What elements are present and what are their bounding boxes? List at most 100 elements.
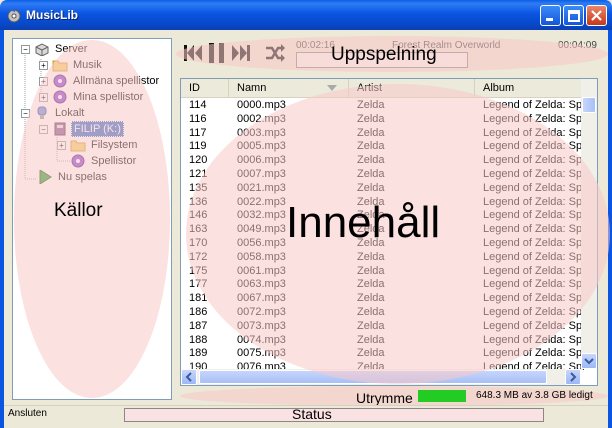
table-cell: Legend of Zelda: Spi [483, 223, 585, 236]
sort-descending-icon [327, 85, 337, 91]
table-row[interactable]: 172 0058.mp3 Zelda Legend of Zelda: Spi [181, 250, 585, 264]
table-cell: 187 [189, 319, 208, 332]
expander[interactable]: + [57, 140, 66, 150]
sidebar-item-label: Musik [73, 59, 102, 71]
table-cell: Zelda [357, 250, 385, 263]
table-cell: 0058.mp3 [237, 250, 286, 263]
content-overlay-label: Innehåll [286, 198, 441, 247]
table-row[interactable]: 189 0075.mp3 Zelda Legend of Zelda: Spi [181, 347, 585, 360]
window-frame-left [0, 30, 4, 428]
maximize-button[interactable] [563, 5, 584, 26]
server-icon [35, 43, 49, 56]
title-bar[interactable]: MusicLib [0, 0, 612, 30]
pause-icon[interactable] [206, 42, 228, 64]
table-row[interactable]: 114 0000.mp3 Zelda Legend of Zelda: Spi [181, 99, 585, 112]
table-cell: 136 [189, 195, 208, 208]
table-row[interactable]: 120 0006.mp3 Zelda Legend of Zelda: Spi [181, 154, 585, 167]
table-cell: Legend of Zelda: Spi [483, 140, 585, 153]
sidebar-item-lokalt[interactable]: − Lokalt [21, 105, 86, 121]
table-cell: 189 [189, 347, 208, 360]
table-cell: 172 [189, 250, 208, 263]
playlist-icon [71, 154, 85, 168]
column-label: ID [189, 82, 200, 94]
table-row[interactable]: 177 0063.mp3 Zelda Legend of Zelda: Spi [181, 278, 585, 291]
table-cell: 0073.mp3 [237, 319, 286, 332]
table-cell: 0063.mp3 [237, 278, 286, 291]
shuffle-icon[interactable] [264, 42, 286, 64]
sidebar-item-filip[interactable]: − FILIP (K:) [39, 121, 124, 137]
scroll-left-button[interactable] [181, 369, 197, 385]
close-button[interactable] [586, 5, 607, 26]
minimize-button[interactable] [540, 5, 561, 26]
column-label: Artist [357, 82, 383, 94]
table-cell: 0072.mp3 [237, 306, 286, 318]
device-icon [54, 122, 66, 136]
play-icon [39, 170, 52, 184]
expander[interactable]: − [21, 44, 30, 54]
chevron-down-icon [584, 358, 594, 365]
previous-icon[interactable] [182, 42, 204, 64]
next-icon[interactable] [230, 42, 252, 64]
table-cell: Legend of Zelda: Spi [483, 347, 585, 360]
expander[interactable]: + [39, 76, 48, 86]
table-cell: 0005.mp3 [237, 140, 286, 153]
table-cell: Legend of Zelda: Spi [483, 306, 585, 318]
table-row[interactable]: 135 0021.mp3 Zelda Legend of Zelda: Spi [181, 181, 585, 195]
storage-usage-bar [418, 390, 466, 402]
sidebar-item-label: FILIP (K:) [71, 121, 124, 137]
expander[interactable]: − [21, 108, 30, 118]
table-cell: 186 [189, 306, 208, 318]
sidebar-item-label: Server [55, 43, 88, 55]
sidebar-item-mina-spellistor[interactable]: + Mina spellistor [39, 89, 145, 105]
expander[interactable]: + [39, 60, 48, 70]
minimize-icon [546, 18, 553, 21]
sidebar-item-spellistor[interactable]: Spellistor [70, 153, 138, 169]
sidebar-item-allmana-spellistor[interactable]: + Allmäna spellistor [39, 73, 161, 89]
expander[interactable]: + [39, 92, 48, 102]
sidebar-item-server[interactable]: − Server [21, 41, 89, 57]
table-cell: Legend of Zelda: Spi [483, 237, 585, 249]
column-header-namn[interactable]: Namn [229, 79, 349, 97]
table-cell: 0002.mp3 [237, 112, 286, 125]
table-cell: Legend of Zelda: Spi [483, 112, 585, 125]
table-cell: Legend of Zelda: Spi [483, 154, 585, 167]
maximize-icon [568, 10, 580, 22]
table-header: ID Namn Artist Album [181, 79, 581, 98]
table-row[interactable]: 175 0061.mp3 Zelda Legend of Zelda: Spi [181, 265, 585, 278]
table-cell: 170 [189, 237, 208, 249]
vertical-scrollbar[interactable] [581, 79, 597, 369]
table-cell: Zelda [357, 154, 385, 167]
table-row[interactable]: 116 0002.mp3 Zelda Legend of Zelda: Spi [181, 112, 585, 126]
expander[interactable]: − [39, 124, 48, 134]
vertical-scroll-thumb[interactable] [582, 97, 596, 113]
column-header-id[interactable]: ID [181, 79, 229, 97]
horizontal-scroll-thumb[interactable] [199, 370, 547, 384]
table-row[interactable]: 119 0005.mp3 Zelda Legend of Zelda: Spi [181, 140, 585, 153]
playlist-icon [53, 74, 67, 88]
sidebar-item-nu-spelas[interactable]: Nu spelas [37, 169, 109, 185]
table-cell: Legend of Zelda: Spi [483, 195, 585, 208]
column-header-artist[interactable]: Artist [349, 79, 475, 97]
table-row[interactable]: 187 0073.mp3 Zelda Legend of Zelda: Spi [181, 319, 585, 333]
sidebar-item-label: Filsystem [91, 139, 138, 151]
sidebar-item-filsystem[interactable]: + Filsystem [57, 137, 139, 153]
scroll-right-button[interactable] [565, 369, 581, 385]
table-cell: 188 [189, 333, 208, 346]
table-row[interactable]: 181 0067.mp3 Zelda Legend of Zelda: Spi [181, 292, 585, 305]
column-header-album[interactable]: Album [475, 79, 581, 97]
table-row[interactable]: 121 0007.mp3 Zelda Legend of Zelda: Spi [181, 168, 585, 181]
table-cell: Zelda [357, 168, 385, 180]
table-row[interactable]: 186 0072.mp3 Zelda Legend of Zelda: Spi [181, 306, 585, 319]
table-cell: 0021.mp3 [237, 181, 286, 194]
table-cell: 114 [189, 99, 207, 111]
scroll-down-button[interactable] [581, 353, 597, 369]
table-cell: Zelda [357, 126, 385, 139]
table-cell: Zelda [357, 140, 385, 153]
table-cell: 116 [189, 112, 207, 125]
table-row[interactable]: 117 0003.mp3 Zelda Legend of Zelda: Spi [181, 126, 585, 140]
table-cell: 0022.mp3 [237, 195, 286, 208]
table-row[interactable]: 188 0074.mp3 Zelda Legend of Zelda: Spi [181, 333, 585, 347]
table-cell: Zelda [357, 278, 385, 291]
chevron-right-icon [570, 372, 577, 382]
sidebar-item-musik[interactable]: + Musik [39, 57, 104, 73]
